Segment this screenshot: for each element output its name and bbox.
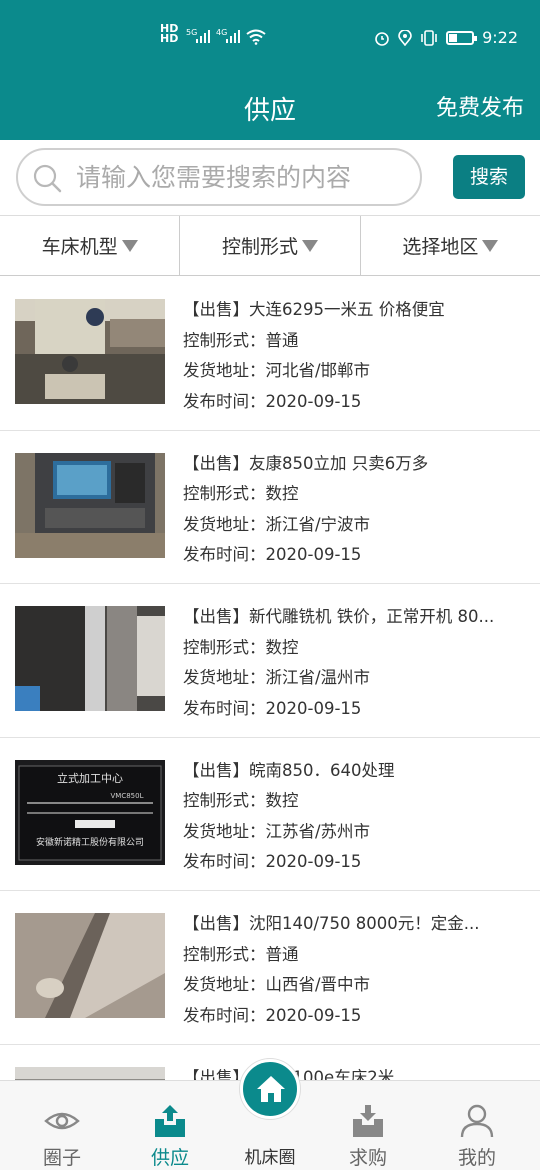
filter-label: 车床机型	[41, 236, 118, 258]
eye-icon	[44, 1112, 80, 1130]
search-bar: 搜索	[0, 140, 540, 216]
listing-control: 控制形式：数控	[183, 791, 299, 810]
signal-bars-icon	[196, 30, 210, 43]
list-item[interactable]: 【出售】友康850立加 只卖6万多 控制形式：数控 发货地址：浙江省/宁波市 发…	[0, 431, 540, 584]
listing-control: 控制形式：数控	[183, 484, 299, 503]
tab-label: 我的	[457, 1147, 496, 1169]
filter-control-type[interactable]: 控制形式	[180, 216, 361, 275]
vibrate-icon	[421, 29, 437, 46]
listing-title: 【出售】皖南850．640处理	[183, 760, 395, 780]
listing-thumbnail	[15, 606, 165, 711]
list-item[interactable]: 【出售】大连6295一米五 价格便宜 控制形式：普通 发货地址：河北省/邯郸市 …	[0, 277, 540, 431]
listing-list: 【出售】大连6295一米五 价格便宜 控制形式：普通 发货地址：河北省/邯郸市 …	[0, 277, 540, 1080]
tab-mine[interactable]: 我的	[432, 1081, 522, 1171]
filter-label: 控制形式	[221, 236, 298, 258]
search-icon	[33, 164, 62, 193]
listing-date: 发布时间：2020-09-15	[183, 545, 362, 564]
user-icon	[460, 1104, 494, 1138]
list-item[interactable]: 【出售】新代雕铣机 铁价，正常开机 80... 控制形式：数控 发货地址：浙江省…	[0, 584, 540, 738]
svg-text:安徽新诺精工股份有限公司: 安徽新诺精工股份有限公司	[36, 836, 144, 848]
status-bar: HD HD 5G 4G 9:22	[0, 0, 540, 80]
search-box[interactable]	[16, 148, 422, 206]
tab-label-center[interactable]: 机床圈	[225, 1143, 315, 1168]
alarm-icon	[375, 31, 389, 46]
listing-address: 发货地址：河北省/邯郸市	[183, 361, 371, 380]
tab-supply[interactable]: 供应	[125, 1081, 215, 1171]
filter-machine-type[interactable]: 车床机型	[0, 216, 181, 275]
triangle-down-icon	[121, 239, 138, 252]
listing-date: 发布时间：2020-09-15	[183, 852, 362, 871]
tab-label: 圈子	[42, 1147, 81, 1169]
listing-thumbnail: 立式加工中心 VMC850L 安徽新诺精工股份有限公司	[15, 759, 165, 865]
listing-control: 控制形式：普通	[183, 330, 299, 350]
tab-label: 求购	[348, 1147, 387, 1169]
search-input[interactable]	[76, 158, 406, 196]
battery-icon	[446, 30, 478, 45]
triangle-down-icon	[302, 239, 318, 252]
listing-address: 发货地址：山西省/晋中市	[183, 975, 371, 994]
listing-thumbnail	[15, 452, 165, 558]
free-publish-button[interactable]: 免费发布	[436, 90, 524, 122]
list-item[interactable]: 【出售】沈阳140/750 8000元！定金... 控制形式：普通 发货地址：山…	[0, 891, 540, 1045]
svg-text:立式加工中心: 立式加工中心	[57, 771, 123, 785]
tab-label: 供应	[150, 1147, 189, 1169]
listing-title: 【出售】新代雕铣机 铁价，正常开机 80...	[183, 607, 495, 626]
listing-thumbnail	[15, 913, 165, 1018]
listing-title: 【出售】友康850立加 只卖6万多	[183, 453, 429, 473]
svg-text:VMC850L: VMC850L	[111, 792, 144, 800]
listing-control: 控制形式：数控	[183, 637, 299, 657]
listing-address: 发货地址：江苏省/苏州市	[183, 821, 371, 841]
app-header: 供应 免费发布	[0, 80, 540, 140]
filter-bar: 车床机型 控制形式 选择地区	[0, 216, 540, 276]
center-home-button[interactable]	[240, 1059, 300, 1119]
listing-thumbnail	[15, 299, 165, 404]
download-tray-icon	[353, 1105, 383, 1137]
network-indicator: HD HD	[160, 22, 179, 45]
tab-purchase[interactable]: 求购	[323, 1081, 413, 1171]
signal-bars-icon-2	[226, 30, 240, 43]
tab-circle[interactable]: 圈子	[17, 1081, 107, 1171]
listing-address: 发货地址：浙江省/温州市	[183, 668, 371, 687]
listing-title: 【出售】大连6295一米五 价格便宜	[183, 300, 445, 319]
listing-title: 【出售】cw61100e车床2米	[183, 1063, 523, 1081]
list-item[interactable]: 立式加工中心 VMC850L 安徽新诺精工股份有限公司 【出售】皖南850．64…	[0, 738, 540, 891]
listing-thumbnail	[15, 1066, 165, 1080]
triangle-down-icon	[482, 239, 499, 252]
location-icon	[398, 29, 412, 46]
search-button[interactable]: 搜索	[453, 155, 525, 199]
listing-date: 发布时间：2020-09-15	[183, 698, 362, 718]
listing-control: 控制形式：普通	[183, 944, 299, 964]
upload-tray-icon	[155, 1105, 185, 1137]
filter-label: 选择地区	[402, 236, 479, 258]
listing-address: 发货地址：浙江省/宁波市	[183, 514, 371, 534]
listing-title: 【出售】沈阳140/750 8000元！定金...	[183, 914, 480, 933]
listing-date: 发布时间：2020-09-15	[183, 1005, 362, 1025]
bottom-tab-bar: 圈子 供应 机床圈 求购 我的	[0, 1059, 540, 1171]
wifi-icon	[246, 29, 266, 45]
filter-region[interactable]: 选择地区	[361, 216, 540, 275]
status-time: 9:22	[482, 28, 518, 47]
listing-date: 发布时间：2020-09-15	[183, 391, 362, 411]
home-icon	[257, 1076, 285, 1102]
